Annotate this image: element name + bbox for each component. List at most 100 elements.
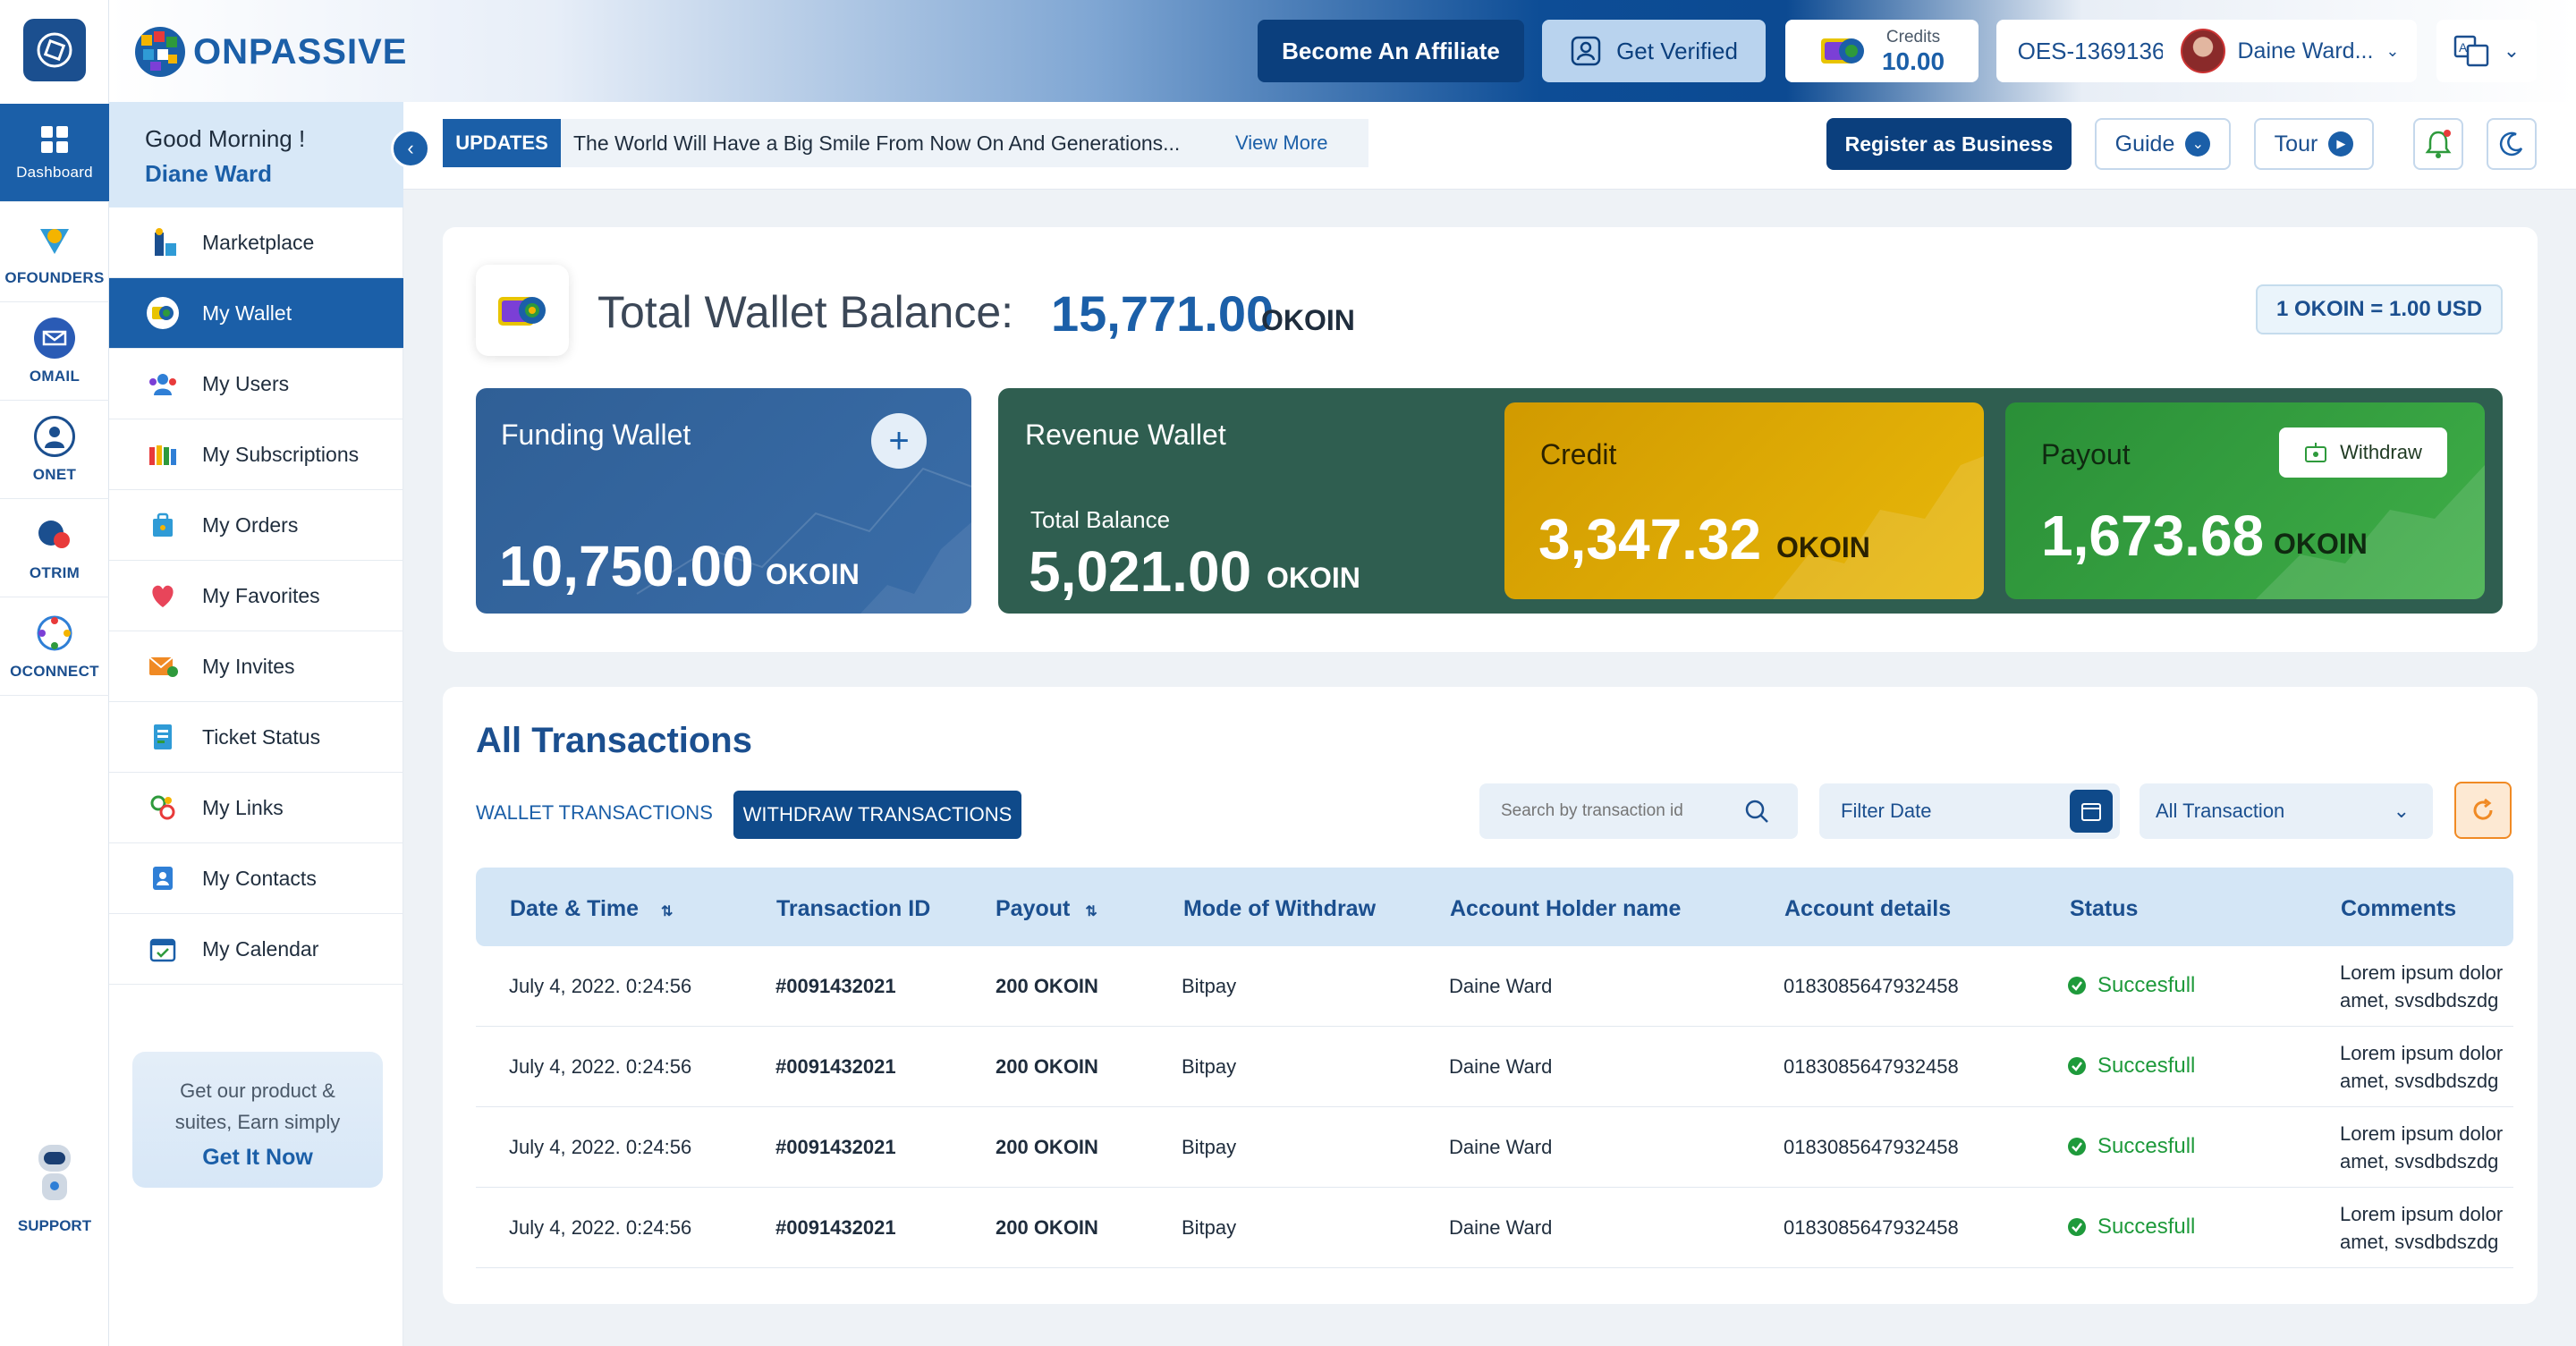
calendar-icon[interactable] — [2070, 790, 2113, 833]
menu-item-label: Ticket Status — [202, 724, 321, 749]
menu-item-my-orders[interactable]: My Orders — [109, 490, 403, 561]
menu-item-my-links[interactable]: My Links — [109, 773, 403, 843]
menu-item-my-users[interactable]: My Users — [109, 349, 403, 419]
funding-wallet-tile[interactable]: Funding Wallet + 10,750.00 OKOIN — [476, 388, 971, 614]
menu-item-ticket-status[interactable]: Ticket Status — [109, 702, 403, 773]
rail-label: ONET — [32, 465, 77, 483]
menu-item-my-calendar[interactable]: My Calendar — [109, 914, 403, 985]
menu-item-my-favorites[interactable]: My Favorites — [109, 561, 403, 631]
view-more-link[interactable]: View More — [1235, 131, 1328, 155]
rail-item-ofounders[interactable]: OFOUNDERS — [0, 204, 109, 302]
cell-comments: Lorem ipsum dolor amet, svsdbdszdg — [2340, 1039, 2513, 1095]
column-header-payout[interactable]: Payout ⇅ — [996, 896, 1097, 922]
menu-item-label: My Subscriptions — [202, 442, 360, 466]
table-row[interactable]: July 4, 2022. 0:24:56 #0091432021 200 OK… — [476, 1188, 2513, 1268]
check-circle-icon — [2068, 977, 2086, 995]
support-button[interactable]: SUPPORT — [0, 1138, 109, 1235]
tab-withdraw-transactions[interactable]: WITHDRAW TRANSACTIONS — [733, 791, 1021, 839]
tour-button[interactable]: Tour ▶ — [2254, 118, 2374, 170]
rail-label: OFOUNDERS — [4, 268, 105, 286]
column-header-status: Status — [2070, 896, 2139, 921]
transaction-search — [1479, 783, 1798, 839]
cell-holder: Daine Ward — [1449, 1055, 1553, 1078]
collapse-menu-button[interactable]: ‹ — [391, 129, 430, 168]
cell-account: 0183085647932458 — [1784, 1136, 1959, 1158]
credit-title: Credit — [1540, 438, 1617, 470]
conversion-rate-badge: 1 OKOIN = 1.00 USD — [2256, 284, 2503, 334]
column-header-date[interactable]: Date & Time ⇅ — [510, 896, 673, 922]
withdraw-button[interactable]: Withdraw — [2279, 428, 2447, 478]
search-icon[interactable] — [1742, 797, 1771, 825]
user-name: Daine Ward... — [2237, 38, 2374, 63]
sort-icon[interactable]: ⇅ — [1085, 904, 1097, 919]
subscriptions-icon — [145, 436, 181, 472]
rail-item-dashboard[interactable]: Dashboard — [0, 104, 109, 202]
credits-widget[interactable]: Credits 10.00 — [1785, 20, 1979, 82]
otrim-icon — [34, 514, 75, 555]
cell-comments: Lorem ipsum dolor amet, svsdbdszdg — [2340, 1200, 2513, 1256]
refresh-button[interactable] — [2454, 782, 2512, 839]
menu-item-label: My Contacts — [202, 866, 317, 890]
user-menu[interactable]: Daine Ward... ⌄ — [2163, 20, 2417, 82]
brand-name: ONPASSIVE — [193, 31, 408, 72]
tab-wallet-transactions[interactable]: WALLET TRANSACTIONS — [476, 801, 713, 825]
menu-item-my-subscriptions[interactable]: My Subscriptions — [109, 419, 403, 490]
credit-tile[interactable]: Credit 3,347.32 OKOIN — [1504, 402, 1984, 599]
withdraw-money-icon — [2305, 443, 2327, 462]
onet-icon — [34, 415, 75, 457]
total-wallet-title: Total Wallet Balance: — [597, 287, 1014, 337]
plus-icon: + — [888, 420, 910, 461]
transaction-type-select[interactable]: All Transaction ⌄ — [2140, 783, 2433, 839]
get-it-now-link[interactable]: Get It Now — [132, 1145, 383, 1171]
table-row[interactable]: July 4, 2022. 0:24:56 #0091432021 200 OK… — [476, 946, 2513, 1027]
cell-holder: Daine Ward — [1449, 1136, 1553, 1158]
updates-tag: UPDATES — [443, 119, 561, 167]
get-verified-button[interactable]: Get Verified — [1542, 20, 1766, 82]
revenue-wallet-title: Revenue Wallet — [1025, 419, 1226, 451]
guide-button[interactable]: Guide ⌄ — [2095, 118, 2231, 170]
get-verified-label: Get Verified — [1616, 37, 1738, 64]
comment-line: amet, svsdbdszdg — [2340, 1231, 2499, 1253]
credit-amount: 3,347.32 — [1538, 507, 1762, 571]
cell-status: Succesfull — [2067, 973, 2195, 998]
cell-status: Succesfull — [2067, 1215, 2195, 1240]
menu-item-my-wallet[interactable]: My Wallet — [109, 278, 403, 349]
add-funds-button[interactable]: + — [871, 413, 927, 469]
invite-mail-icon — [145, 648, 181, 684]
ticket-icon — [145, 719, 181, 755]
register-business-button[interactable]: Register as Business — [1826, 118, 2072, 170]
comment-line: amet, svsdbdszdg — [2340, 1070, 2499, 1092]
rail-item-omail[interactable]: OMAIL — [0, 302, 109, 401]
status-text: Succesfull — [2097, 1215, 2196, 1239]
rail-item-oconnect[interactable]: OCONNECT — [0, 597, 109, 696]
menu-item-my-contacts[interactable]: My Contacts — [109, 843, 403, 914]
menu-item-my-invites[interactable]: My Invites — [109, 631, 403, 702]
sort-icon[interactable]: ⇅ — [661, 904, 673, 919]
filter-date-field[interactable]: Filter Date — [1819, 783, 2120, 839]
table-row[interactable]: July 4, 2022. 0:24:56 #0091432021 200 OK… — [476, 1027, 2513, 1107]
avatar — [2180, 29, 2225, 73]
theme-toggle-button[interactable] — [2487, 118, 2537, 170]
withdraw-label: Withdraw — [2340, 441, 2422, 463]
rail-label: OCONNECT — [10, 662, 99, 680]
comment-line: Lorem ipsum dolor — [2340, 1042, 2504, 1064]
omail-icon — [34, 317, 75, 359]
rail-item-otrim[interactable]: OTRIM — [0, 499, 109, 597]
promo-line-2: suites, Earn simply — [174, 1111, 341, 1133]
rail-item-onet[interactable]: ONET — [0, 401, 109, 499]
payout-tile[interactable]: Payout Withdraw 1,673.68 OKOIN — [2005, 402, 2485, 599]
translate-icon: A — [2453, 35, 2489, 67]
cell-payout: 200 OKOIN — [996, 1055, 1098, 1078]
brand-logo[interactable]: ONPASSIVE — [132, 21, 407, 82]
notifications-button[interactable] — [2413, 118, 2463, 170]
menu-item-marketplace[interactable]: Marketplace — [109, 207, 403, 278]
language-selector[interactable]: A ⌄ — [2436, 20, 2537, 82]
app-logo-icon[interactable] — [23, 19, 86, 81]
contacts-icon — [145, 860, 181, 896]
oconnect-icon — [34, 613, 75, 654]
comment-line: amet, svsdbdszdg — [2340, 1150, 2499, 1172]
payout-amount: 1,673.68 — [2041, 504, 2265, 568]
become-affiliate-button[interactable]: Become An Affiliate — [1258, 20, 1524, 82]
table-row[interactable]: July 4, 2022. 0:24:56 #0091432021 200 OK… — [476, 1107, 2513, 1188]
search-input[interactable] — [1501, 801, 1742, 821]
